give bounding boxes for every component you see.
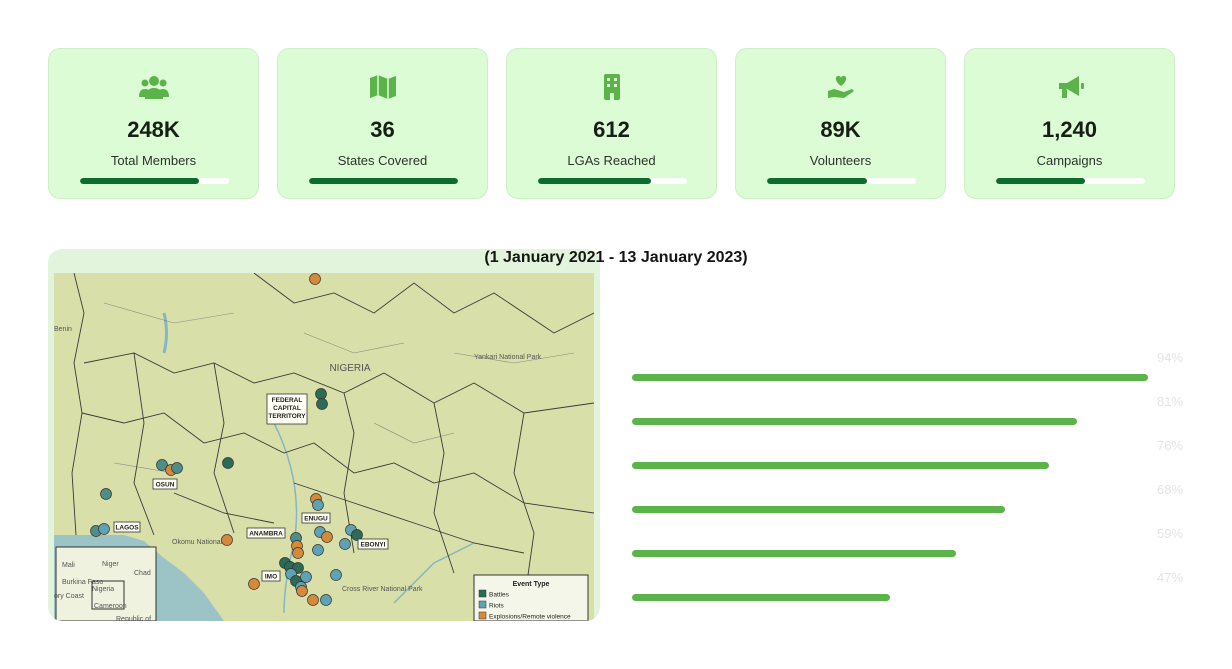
bar-percent-label: 59% [1156,526,1183,541]
stat-card: 248K Total Members [48,48,259,199]
bar-row: 81% [632,394,1192,425]
bar-fill [632,418,1077,425]
bar-row: 47% [632,570,1192,601]
hand-heart-icon [736,73,945,101]
legend-title: Event Type [513,581,550,588]
region-label: EBONYI [361,542,386,549]
legend-swatch [478,589,487,598]
bar-percent-label: 47% [1156,570,1183,585]
stat-value: 1,240 [1041,117,1098,142]
region-label: OSUN [156,482,175,489]
stat-value: 89K [820,117,861,142]
legend-item-label: Battles [489,592,510,599]
map-faint-label: Republic of [116,616,151,621]
stat-card: 1,240 Campaigns [964,48,1175,199]
bar-track [632,594,1148,601]
stat-progress-track [538,178,687,184]
stat-card: 89K Volunteers [735,48,946,199]
percentage-bars: 94% 81% 76% 68% 59% 47% [632,350,1192,620]
map-faint-label: Cross River National Park [342,586,423,593]
legend-item-label: Riots [489,603,505,610]
stat-card: 36 States Covered [277,48,488,199]
stat-label: Total Members [110,153,197,168]
region-label-fct: TERRITORY [268,413,306,420]
bar-fill [632,374,1148,381]
map-faint-label: Benin [54,326,72,333]
bar-percent-label: 94% [1156,350,1183,365]
bar-fill [632,550,956,557]
map-faint-label: Burkina Faso [62,579,103,586]
building-icon [507,73,716,101]
map-faint-label: Mali [62,562,75,569]
bar-row: 94% [632,350,1192,381]
bar-fill [632,506,1006,513]
stat-label: LGAs Reached [567,153,656,168]
legend-swatch [478,611,487,620]
stat-progress-fill [538,178,652,184]
bar-percent-label: 68% [1156,482,1183,497]
bar-track [632,374,1148,381]
bar-track [632,418,1148,425]
legend-item-label: Explosions/Remote violence [489,614,571,621]
stat-label: Volunteers [809,153,872,168]
event-map: NIGERIA FEDERALCAPITALTERRITORY OSUN LAGOS A… [54,273,594,621]
region-label: ANAMBRA [249,531,283,538]
region-label: IMO [265,574,277,581]
map-faint-label: Cameroon [94,603,127,610]
map-faint-label: Yankari National Park [474,354,542,361]
stats-row: 248K Total Members 36 States Covered 612 LGAs… [48,48,1177,201]
bar-track [632,506,1148,513]
bar-percent-label: 76% [1156,438,1183,453]
bar-track [632,462,1148,469]
stat-progress-track [80,178,229,184]
bar-fill [632,462,1050,469]
stat-value: 36 [370,117,395,142]
stat-progress-track [767,178,916,184]
region-label: LAGOS [115,525,139,532]
map-faint-label: ory Coast [54,593,84,600]
stat-label: States Covered [337,153,428,168]
event-map-card: NIGERIA FEDERAL CAPITAL TERRITORY OSUN LAGOS A… [48,249,600,621]
stat-progress-track [996,178,1145,184]
bar-row: 76% [632,438,1192,469]
bar-row: 68% [632,482,1192,513]
stat-progress-fill [996,178,1086,184]
bar-track [632,550,1148,557]
map-faint-label: Niger [102,561,119,568]
region-label-fct: FEDERAL [272,397,303,404]
megaphone-icon [965,73,1174,101]
map-faint-label: Okomu National [172,539,223,546]
stat-label: Campaigns [1036,153,1103,168]
stat-progress-track [309,178,458,184]
country-label: NIGERIA [329,363,370,374]
users-icon [49,73,258,101]
bar-row: 59% [632,526,1192,557]
stat-progress-fill [309,178,458,184]
map-title: (1 January 2021 - 13 January 2023) [484,249,748,266]
stat-value: 612 [593,117,630,142]
bar-fill [632,594,890,601]
region-label: ENUGU [304,516,328,523]
stat-card: 612 LGAs Reached [506,48,717,199]
map-faint-label: Chad [134,570,151,577]
stat-value: 248K [127,117,180,142]
bar-percent-label: 81% [1156,394,1183,409]
map-icon [278,73,487,101]
map-faint-label: Nigeria [92,586,114,593]
region-label-fct: CAPITAL [273,405,301,412]
stat-progress-fill [80,178,200,184]
stat-progress-fill [767,178,867,184]
legend-swatch [478,600,487,609]
